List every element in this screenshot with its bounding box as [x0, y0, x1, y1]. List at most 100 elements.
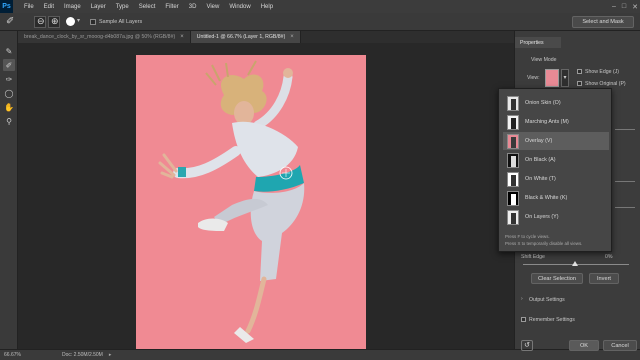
view-hint-disable: Press X to temporarily disable all views…	[505, 241, 583, 246]
quick-selection-icon: ✑	[5, 74, 13, 84]
zoom-level[interactable]: 66.67%	[4, 352, 44, 358]
tab-label: Untitled-1 @ 66.7% (Layer 1, RGB/8#)	[196, 34, 286, 40]
options-bar: ✐ ⊖ ⊕ ▾ Sample All Layers Select and Mas…	[0, 13, 640, 31]
hand-tool[interactable]: ✋	[3, 101, 15, 113]
tab-label: break_dance_clock_by_sr_mooog-d4b087a.jp…	[24, 34, 176, 40]
slider-track[interactable]	[615, 129, 635, 130]
menu-layer[interactable]: Layer	[86, 4, 111, 10]
brush-preset-icon[interactable]: ✐	[6, 16, 14, 27]
slider-track[interactable]	[615, 207, 635, 208]
view-option-label: On White (T)	[525, 176, 556, 182]
show-original-checkbox[interactable]	[577, 81, 582, 86]
refine-edge-brush-tool[interactable]: ✐	[3, 59, 15, 71]
view-label: View:	[527, 75, 540, 81]
status-bar: 66.67% Doc: 2.50M/2.50M ▸	[0, 349, 640, 360]
sample-all-layers-checkbox[interactable]	[90, 19, 96, 25]
view-option-on-layers[interactable]: On Layers (Y)	[503, 208, 609, 226]
shift-edge-label: Shift Edge	[521, 254, 545, 260]
menu-bar: Ps File Edit Image Layer Type Select Fil…	[0, 0, 640, 13]
toolbar: ✎ ✐ ✑ ◯ ✋ ⚲	[0, 31, 18, 349]
minimize-icon[interactable]: –	[612, 3, 616, 10]
tab-break-dance[interactable]: break_dance_clock_by_sr_mooog-d4b087a.jp…	[18, 31, 191, 43]
reset-icon[interactable]: ↺	[521, 340, 533, 351]
chevron-right-icon[interactable]: ›	[521, 296, 523, 302]
lasso-icon: ◯	[4, 88, 14, 98]
menu-window[interactable]: Window	[224, 4, 255, 10]
view-mode-thumbnail[interactable]	[545, 69, 559, 87]
view-option-label: On Layers (Y)	[525, 214, 559, 220]
view-mode-popup: Onion Skin (O) Marching Ants (M) Overlay…	[498, 88, 612, 252]
menu-help[interactable]: Help	[256, 4, 278, 10]
view-option-label: On Black (A)	[525, 157, 556, 163]
brush-size-icon[interactable]	[66, 17, 75, 26]
quick-selection-tool[interactable]: ✎	[3, 45, 15, 57]
cancel-button[interactable]: Cancel	[603, 340, 637, 351]
brush-tool[interactable]: ✑	[3, 73, 15, 85]
view-option-onion-skin[interactable]: Onion Skin (O)	[503, 94, 609, 112]
dancer-photo	[158, 60, 305, 343]
ok-button[interactable]: OK	[569, 340, 599, 351]
menu-filter[interactable]: Filter	[160, 4, 183, 10]
view-option-on-black[interactable]: On Black (A)	[503, 151, 609, 169]
black-white-thumbnail	[507, 190, 519, 206]
properties-tab[interactable]: Properties	[515, 37, 561, 48]
refine-brush-icon: ✐	[5, 60, 13, 70]
view-option-label: Black & White (K)	[525, 195, 568, 201]
close-tab-icon[interactable]: ×	[290, 34, 294, 40]
remember-settings-checkbox[interactable]	[521, 317, 526, 322]
menu-image[interactable]: Image	[59, 4, 86, 10]
view-option-label: Marching Ants (M)	[525, 119, 569, 125]
view-option-on-white[interactable]: On White (T)	[503, 170, 609, 188]
doc-size: Doc: 2.50M/2.50M	[62, 352, 103, 358]
select-and-mask-button[interactable]: Select and Mask	[572, 16, 634, 28]
invert-button[interactable]: Invert	[589, 273, 619, 284]
marching-ants-thumbnail	[507, 114, 519, 130]
show-original-label: Show Original (P)	[585, 81, 626, 87]
view-option-label: Onion Skin (O)	[525, 100, 561, 106]
status-arrow-icon[interactable]: ▸	[109, 352, 112, 358]
photoshop-logo: Ps	[0, 0, 13, 13]
clear-selection-button[interactable]: Clear Selection	[531, 273, 583, 284]
view-option-marching-ants[interactable]: Marching Ants (M)	[503, 113, 609, 131]
document-tabs: break_dance_clock_by_sr_mooog-d4b087a.jp…	[18, 31, 514, 43]
tab-untitled-1[interactable]: Untitled-1 @ 66.7% (Layer 1, RGB/8#) ×	[190, 31, 301, 43]
canvas-area[interactable]	[18, 43, 514, 349]
view-hint-cycle: Press F to cycle views.	[505, 234, 550, 239]
lasso-tool[interactable]: ◯	[3, 87, 15, 99]
on-layers-thumbnail	[507, 209, 519, 225]
show-edge-checkbox[interactable]	[577, 69, 582, 74]
menu-file[interactable]: File	[19, 4, 39, 10]
view-dropdown-button[interactable]: ▾	[561, 69, 569, 87]
view-mode-label: View Mode	[531, 57, 557, 63]
on-white-thumbnail	[507, 171, 519, 187]
close-tab-icon[interactable]: ×	[180, 34, 184, 40]
sample-all-layers-label: Sample All Layers	[99, 19, 143, 25]
on-black-thumbnail	[507, 152, 519, 168]
remember-settings-label: Remember Settings	[529, 317, 575, 323]
view-option-label: Overlay (V)	[525, 138, 553, 144]
brush-icon: ✎	[5, 46, 13, 56]
shift-edge-slider-thumb[interactable]	[572, 261, 578, 266]
zoom-tool[interactable]: ⚲	[3, 115, 15, 127]
view-option-overlay[interactable]: Overlay (V)	[503, 132, 609, 150]
maximize-icon[interactable]: □	[622, 3, 626, 10]
shift-edge-value[interactable]: 0%	[605, 254, 613, 260]
output-settings-label[interactable]: Output Settings	[529, 297, 565, 303]
menu-3d[interactable]: 3D	[184, 4, 202, 10]
show-edge-label: Show Edge (J)	[585, 69, 620, 75]
hand-icon: ✋	[4, 102, 14, 112]
menu-type[interactable]: Type	[111, 4, 134, 10]
onion-skin-thumbnail	[507, 95, 519, 111]
menu-select[interactable]: Select	[134, 4, 161, 10]
document-canvas[interactable]	[136, 55, 366, 349]
window-controls: – □ ✕	[612, 0, 638, 13]
menu-view[interactable]: View	[201, 4, 224, 10]
slider-track[interactable]	[615, 181, 635, 182]
add-mode-button[interactable]: ⊕	[48, 16, 60, 28]
close-icon[interactable]: ✕	[632, 3, 638, 11]
menu-edit[interactable]: Edit	[39, 4, 59, 10]
chevron-down-icon[interactable]: ▾	[77, 17, 80, 24]
zoom-icon: ⚲	[6, 116, 12, 126]
view-option-black-white[interactable]: Black & White (K)	[503, 189, 609, 207]
subtract-mode-button[interactable]: ⊖	[34, 16, 46, 28]
